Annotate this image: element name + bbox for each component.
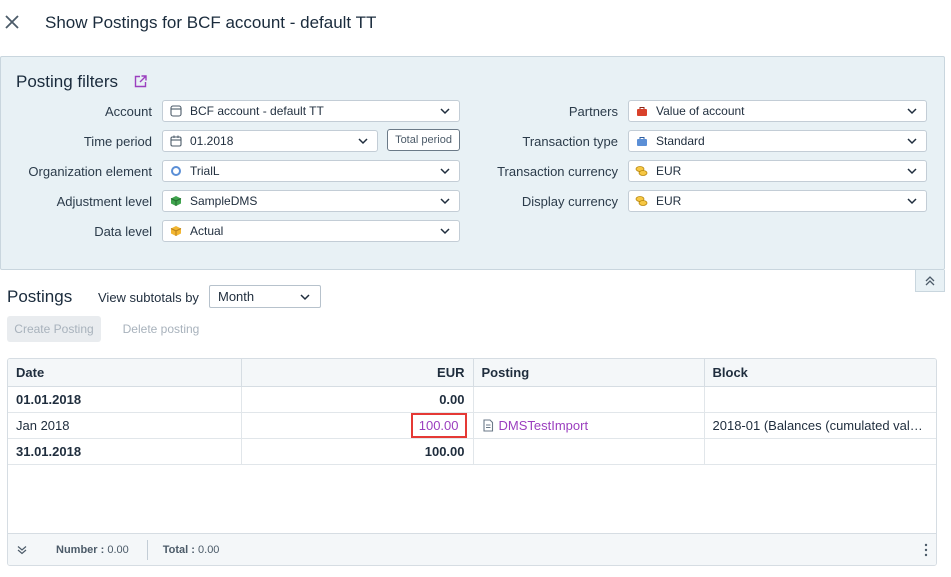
transaction-type-label: Transaction type (522, 134, 618, 149)
total-value: 0.00 (198, 543, 220, 556)
data-level-select[interactable]: Actual (162, 220, 460, 242)
create-posting-button[interactable]: Create Posting (7, 316, 101, 342)
postings-grid: Date EUR Posting Block 01.01.2018 0.00 J… (7, 358, 937, 566)
transaction-currency-value: EUR (656, 164, 682, 178)
subtotal-value: Month (218, 289, 255, 304)
table-row[interactable]: 01.01.2018 0.00 (8, 386, 936, 413)
number-summary: Number : 0.00 (56, 544, 129, 556)
delete-posting-button[interactable]: Delete posting (113, 316, 209, 342)
column-header-eur[interactable]: EUR (241, 359, 474, 387)
grid-header-row: Date EUR Posting Block (8, 359, 936, 387)
date-cell: 01.01.2018 (8, 386, 242, 413)
chevron-down-icon (440, 108, 450, 115)
chevron-down-icon (440, 198, 450, 205)
number-value: 0.00 (107, 543, 129, 556)
dialog-title: Show Postings for BCF account - default … (45, 13, 377, 32)
chevron-down-icon (440, 168, 450, 175)
table-row[interactable]: 31.01.2018 100.00 (8, 438, 936, 465)
subtotal-label: View subtotals by (98, 290, 199, 305)
column-header-posting[interactable]: Posting (473, 359, 705, 387)
block-cell (704, 438, 936, 465)
number-label: Number : (56, 543, 105, 556)
chevron-down-icon (907, 108, 917, 115)
date-cell: Jan 2018 (8, 412, 242, 439)
table-row[interactable]: Jan 2018 100.00 DMSTestImport 2018-01 (B… (8, 412, 936, 439)
close-icon[interactable] (4, 14, 20, 30)
time-period-select[interactable]: 01.2018 (162, 130, 378, 152)
posting-filters-panel: Posting filters Account BCF account - de… (0, 56, 945, 270)
red-bag-icon (635, 105, 648, 118)
time-period-label: Time period (83, 134, 152, 149)
eur-cell: 100.00 (241, 438, 474, 465)
expand-footer-button[interactable] (8, 545, 36, 555)
time-period-value: 01.2018 (190, 134, 234, 148)
organization-element-value: TrialL (190, 164, 220, 178)
posting-cell (473, 386, 705, 413)
org-circle-icon (169, 165, 182, 178)
block-cell: 2018-01 (Balances (cumulated values)) (704, 412, 936, 439)
transaction-currency-label: Transaction currency (497, 164, 618, 179)
adjustment-level-value: SampleDMS (190, 194, 258, 208)
account-select[interactable]: BCF account - default TT (162, 100, 460, 122)
dialog-header: Show Postings for BCF account - default … (0, 0, 951, 48)
chevron-down-icon (907, 138, 917, 145)
document-icon (482, 418, 493, 432)
calendar-icon (169, 135, 182, 148)
transaction-type-select[interactable]: Standard (628, 130, 927, 152)
chevron-down-icon (300, 294, 310, 301)
footer-divider (146, 539, 148, 560)
coins-icon (635, 165, 648, 178)
date-cell: 31.01.2018 (8, 438, 242, 465)
yellow-cube-icon (169, 225, 182, 238)
filters-title: Posting filters (16, 72, 119, 91)
collapse-filters-button[interactable] (915, 270, 945, 292)
display-currency-value: EUR (656, 194, 682, 208)
adjustment-level-select[interactable]: SampleDMS (162, 190, 460, 212)
account-label: Account (105, 104, 152, 119)
subtotal-select[interactable]: Month (209, 285, 321, 308)
eur-cell[interactable]: 100.00 (241, 412, 474, 439)
partners-value: Value of account (656, 104, 745, 118)
account-value: BCF account - default TT (190, 104, 324, 118)
external-link-icon[interactable] (134, 75, 147, 88)
total-period-button[interactable]: Total period (387, 129, 460, 151)
account-icon (169, 105, 182, 118)
green-cube-icon (169, 195, 182, 208)
eur-amount-link[interactable]: 100.00 (410, 412, 467, 437)
organization-element-label: Organization element (28, 164, 152, 179)
blue-bag-icon (635, 135, 648, 148)
more-vertical-icon[interactable] (924, 543, 928, 557)
display-currency-label: Display currency (521, 194, 618, 209)
block-cell (704, 386, 936, 413)
total-label: Total : (162, 543, 195, 556)
organization-element-select[interactable]: TrialL (162, 160, 460, 182)
partners-label: Partners (568, 104, 618, 119)
chevron-down-icon (907, 198, 917, 205)
posting-link[interactable]: DMSTestImport (499, 418, 589, 433)
column-header-date[interactable]: Date (8, 359, 242, 387)
total-summary: Total : 0.00 (163, 544, 220, 556)
double-chevron-up-icon (925, 275, 935, 285)
posting-cell: DMSTestImport (473, 412, 705, 439)
partners-select[interactable]: Value of account (628, 100, 927, 122)
chevron-down-icon (440, 228, 450, 235)
data-level-label: Data level (94, 224, 152, 239)
data-level-value: Actual (190, 224, 224, 238)
coins-icon (635, 195, 648, 208)
grid-footer: Number : 0.00 Total : 0.00 (8, 533, 936, 565)
postings-title: Postings (7, 287, 73, 306)
chevron-down-icon (907, 168, 917, 175)
posting-cell (473, 438, 705, 465)
chevron-down-icon (358, 138, 368, 145)
double-chevron-down-icon (17, 545, 27, 554)
transaction-currency-select[interactable]: EUR (628, 160, 927, 182)
display-currency-select[interactable]: EUR (628, 190, 927, 212)
eur-cell: 0.00 (241, 386, 474, 413)
transaction-type-value: Standard (656, 134, 705, 148)
adjustment-level-label: Adjustment level (56, 194, 152, 209)
column-header-block[interactable]: Block (704, 359, 936, 387)
